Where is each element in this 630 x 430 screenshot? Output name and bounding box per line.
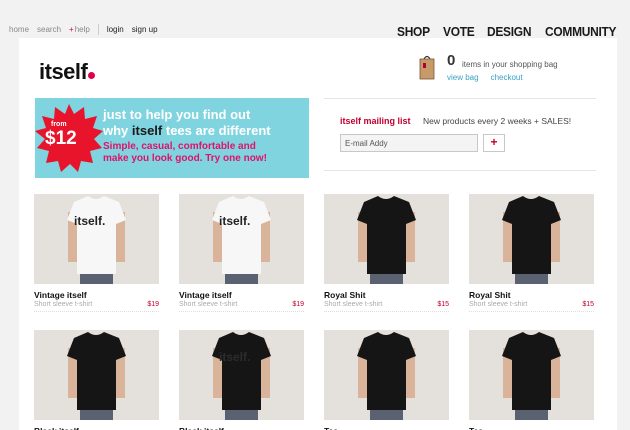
promo-headline: just to help you find out why itself tee…	[103, 107, 303, 139]
help-plus-icon: +	[69, 25, 74, 34]
product-card[interactable]: itself. Vintage itself Short sleeve t-shir…	[34, 194, 159, 312]
main-nav: SHOP VOTE DESIGN COMMUNITY	[397, 24, 630, 39]
email-field[interactable]	[340, 134, 478, 152]
top-bar: home search + help login sign up SHOP VO…	[0, 0, 630, 39]
checkout-link[interactable]: checkout	[491, 73, 523, 82]
product-type: Short sleeve t-shirt	[469, 301, 528, 308]
shirt-print: itself.	[219, 214, 251, 228]
product-name[interactable]: Vintage itself	[179, 290, 304, 300]
subscribe-button[interactable]: +	[483, 134, 505, 152]
product-meta: Short sleeve t-shirt $15	[324, 301, 449, 312]
product-price: $19	[292, 301, 304, 308]
nav-vote[interactable]: VOTE	[443, 24, 475, 39]
nav-community[interactable]: COMMUNITY	[545, 24, 617, 39]
product-meta: Short sleeve t-shirt $15	[469, 301, 594, 312]
page-content: itself 0 items in your shopping bag view…	[19, 38, 617, 430]
product-photo[interactable]: itself.	[179, 194, 304, 284]
nav-design[interactable]: DESIGN	[487, 24, 531, 39]
product-photo[interactable]	[469, 330, 594, 420]
product-type: Short sleeve t-shirt	[179, 301, 238, 308]
product-name[interactable]: Tee	[469, 426, 594, 430]
product-price: $15	[437, 301, 449, 308]
product-name[interactable]: Tee	[324, 426, 449, 430]
product-type: Short sleeve t-shirt	[34, 301, 93, 308]
logo-text: itself	[39, 59, 88, 84]
promo-price: $12	[45, 128, 77, 149]
product-photo[interactable]	[469, 194, 594, 284]
product-name[interactable]: Vintage itself	[34, 290, 159, 300]
product-photo[interactable]: itself.	[179, 330, 304, 420]
login-link[interactable]: login	[107, 25, 124, 34]
product-card[interactable]: itself. Vintage itself Short sleeve t-shir…	[179, 194, 304, 312]
mailing-list: itself mailing list New products every 2…	[324, 98, 596, 171]
divider	[97, 24, 99, 35]
product-price: $15	[582, 301, 594, 308]
promo-headline-line-1: just to help you find out	[103, 107, 251, 122]
product-photo[interactable]	[34, 330, 159, 420]
home-link[interactable]: home	[9, 25, 29, 34]
product-price: $19	[147, 301, 159, 308]
product-name[interactable]: Royal Shit	[324, 290, 449, 300]
product-photo[interactable]: itself.	[34, 194, 159, 284]
shirt-print: itself.	[219, 350, 251, 364]
promo-headline-line-2: why itself tees are different	[103, 123, 271, 138]
cart-count: 0	[447, 52, 456, 69]
site-logo[interactable]: itself	[39, 59, 96, 85]
promo-from: from	[51, 121, 67, 128]
product-card[interactable]: Tee	[324, 330, 449, 430]
product-card[interactable]: Black itself	[34, 330, 159, 430]
cart-links: view bag checkout	[447, 73, 535, 82]
product-name[interactable]: Black itself	[34, 426, 159, 430]
product-card[interactable]: Royal Shit Short sleeve t-shirt $15	[469, 194, 594, 312]
shirt-print: itself.	[74, 214, 106, 228]
product-meta: Short sleeve t-shirt $19	[179, 301, 304, 312]
shopping-bag-icon[interactable]	[419, 54, 435, 80]
promo-banner[interactable]: from $12 just to help you find out why i…	[35, 98, 309, 178]
mailing-title: itself mailing list	[340, 116, 411, 126]
product-photo[interactable]	[324, 330, 449, 420]
product-card[interactable]: itself. Black itself	[179, 330, 304, 430]
view-bag-link[interactable]: view bag	[447, 73, 479, 82]
promo-subtext-line-1: Simple, casual, comfortable and	[103, 141, 256, 152]
promo-subtext: Simple, casual, comfortable and make you…	[103, 141, 303, 164]
cart-label: items in your shopping bag	[462, 60, 558, 69]
help-link[interactable]: help	[75, 25, 90, 34]
product-card[interactable]: Tee	[469, 330, 594, 430]
product-meta: Short sleeve t-shirt $19	[34, 301, 159, 312]
product-card[interactable]: Royal Shit Short sleeve t-shirt $15	[324, 194, 449, 312]
product-type: Short sleeve t-shirt	[324, 301, 383, 308]
product-photo[interactable]	[324, 194, 449, 284]
search-link[interactable]: search	[37, 25, 61, 34]
utility-links: home search + help login sign up	[9, 24, 166, 35]
product-grid: itself. Vintage itself Short sleeve t-shir…	[34, 194, 614, 430]
promo-subtext-line-2: make you look good. Try one now!	[103, 152, 267, 164]
product-name[interactable]: Royal Shit	[469, 290, 594, 300]
signup-link[interactable]: sign up	[132, 25, 158, 34]
mailing-description: New products every 2 weeks + SALES!	[423, 116, 572, 126]
nav-shop[interactable]: SHOP	[397, 24, 430, 39]
product-name[interactable]: Black itself	[179, 426, 304, 430]
logo-dot-icon	[88, 72, 96, 79]
